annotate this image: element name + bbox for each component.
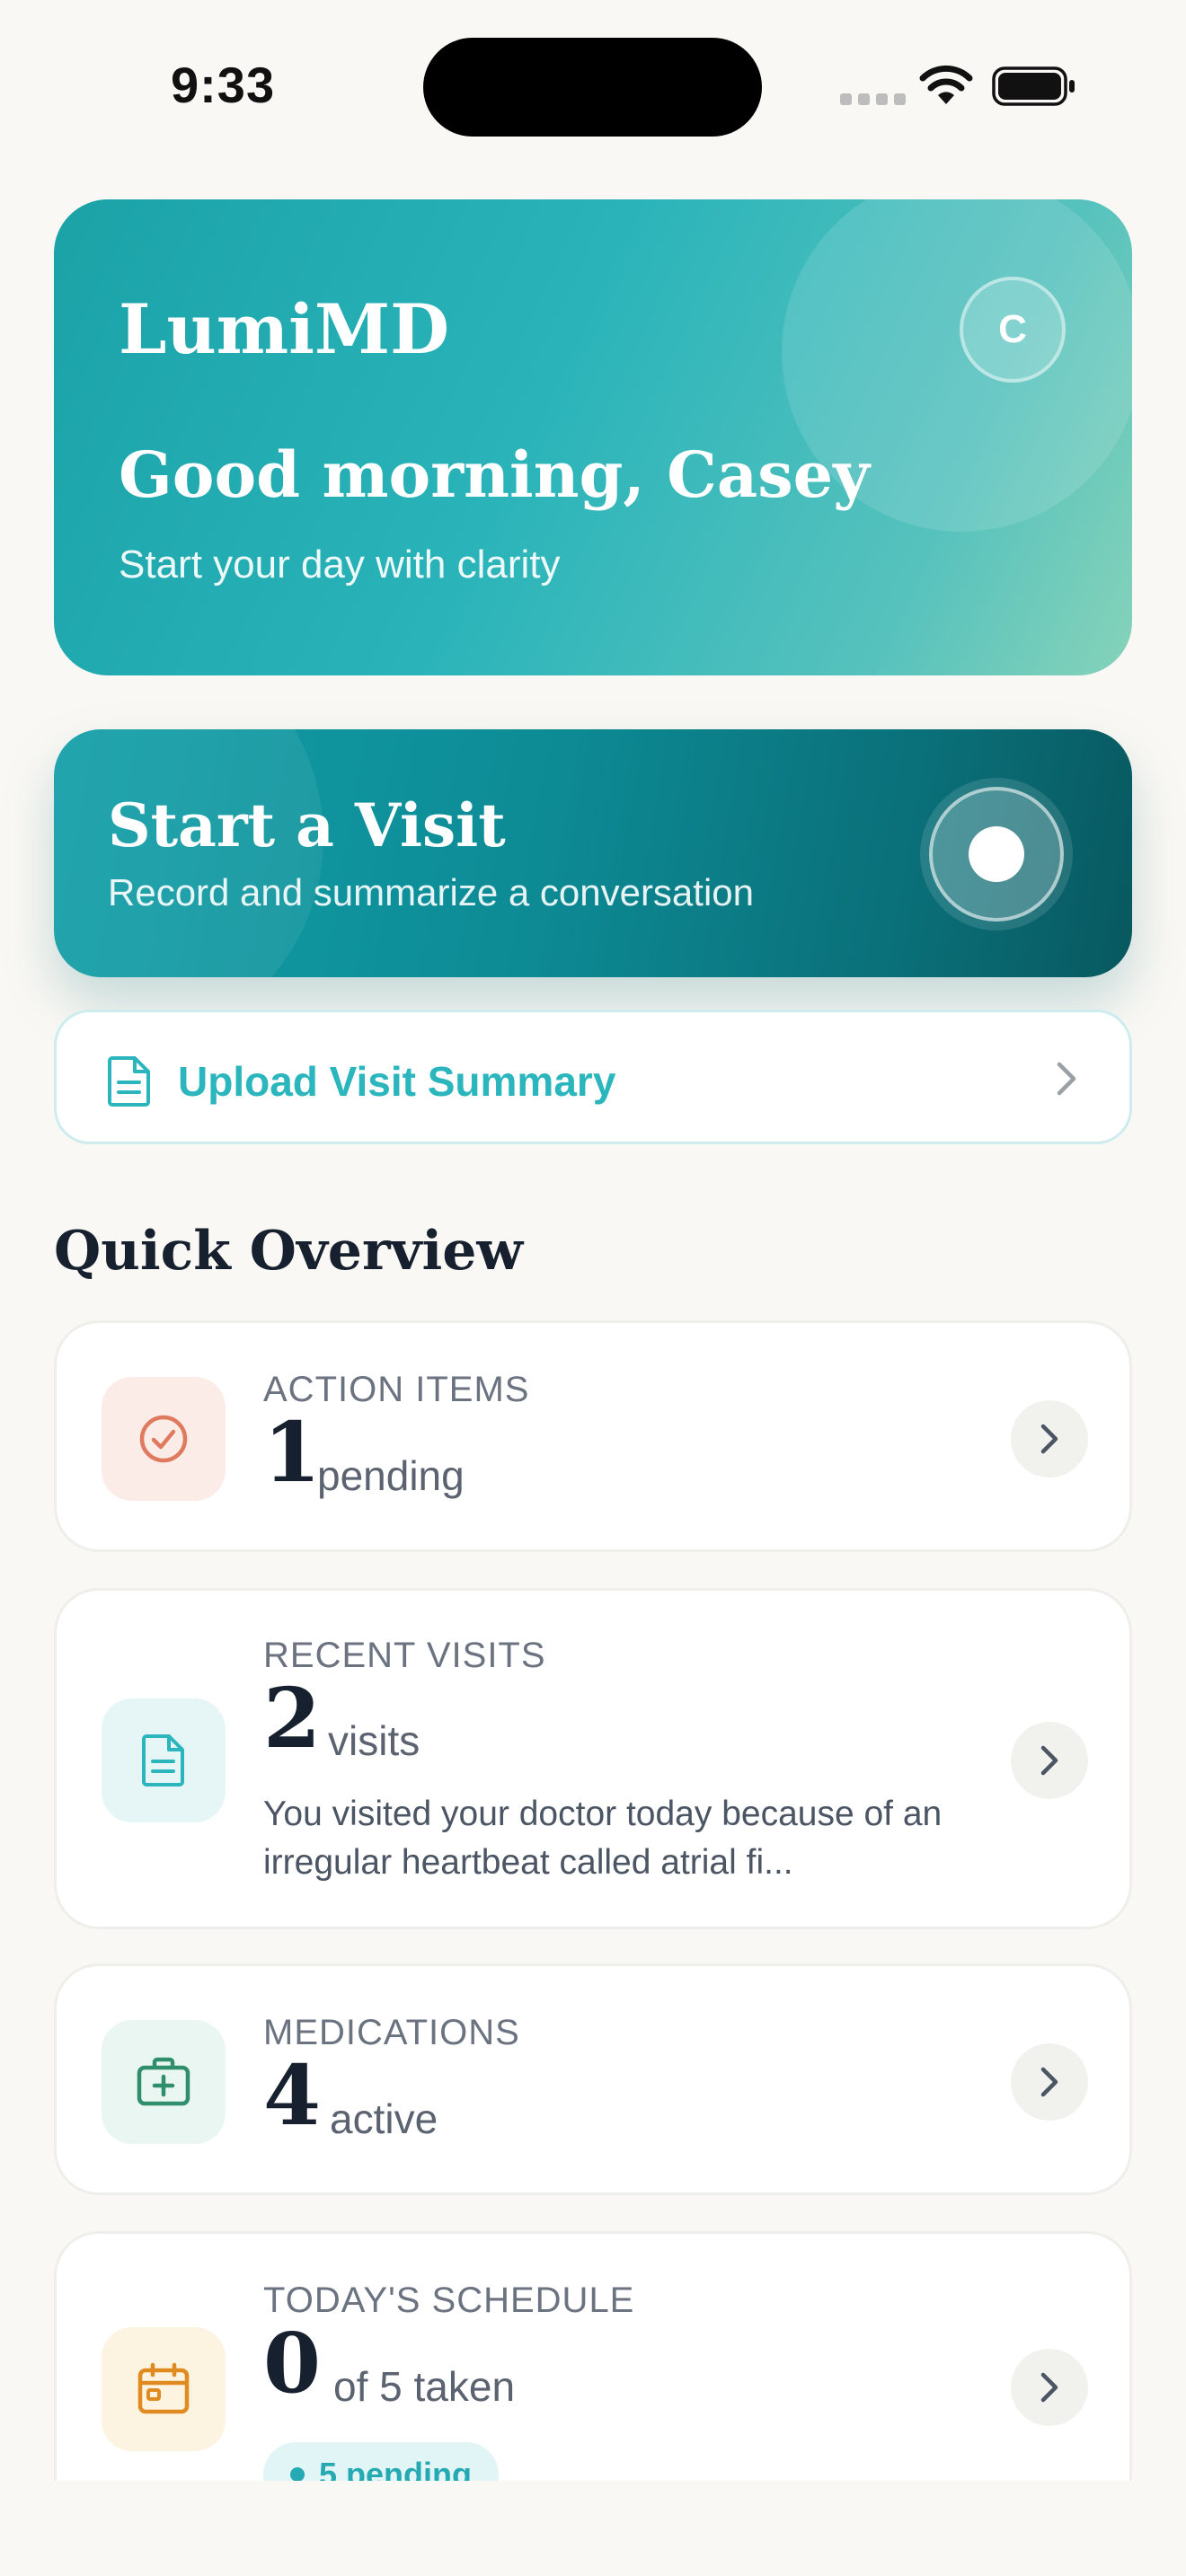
overview-card-medications[interactable]: MEDICATIONS 4 active bbox=[54, 1963, 1132, 2195]
upload-visit-summary-label: Upload Visit Summary bbox=[178, 1058, 616, 1105]
bottom-mask bbox=[0, 2481, 1186, 2576]
app-logo-text: LumiMD bbox=[119, 289, 450, 369]
card-count: 2 bbox=[263, 1670, 322, 1767]
card-unit: pending bbox=[317, 1452, 465, 1499]
status-time: 9:33 bbox=[171, 57, 276, 113]
chevron-right-icon bbox=[1040, 2372, 1058, 2403]
start-visit-subtitle: Record and summarize a conversation bbox=[108, 871, 755, 913]
start-visit-button[interactable]: Start a Visit Record and summarize a con… bbox=[54, 729, 1132, 977]
dynamic-island bbox=[423, 38, 762, 137]
card-unit: visits bbox=[328, 1717, 420, 1764]
check-circle-icon bbox=[139, 1415, 188, 1463]
section-title: Quick Overview bbox=[54, 1220, 524, 1283]
card-count: 1 bbox=[263, 1404, 322, 1501]
chevron-right-button[interactable] bbox=[1011, 1400, 1088, 1478]
document-icon bbox=[108, 1056, 150, 1107]
chevron-right-icon bbox=[1057, 1062, 1076, 1096]
cellular-signal-icon bbox=[840, 93, 906, 105]
wifi-icon bbox=[919, 65, 973, 104]
battery-icon bbox=[992, 66, 1075, 106]
calendar-icon bbox=[137, 2362, 190, 2414]
upload-visit-summary-button[interactable]: Upload Visit Summary bbox=[54, 1010, 1132, 1144]
icon-container bbox=[102, 1698, 226, 1822]
greeting-subtitle: Start your day with clarity bbox=[119, 543, 561, 587]
chevron-right-button[interactable] bbox=[1011, 1722, 1088, 1799]
chevron-right-button[interactable] bbox=[1011, 2349, 1088, 2426]
greeting-title: Good morning, Casey bbox=[119, 437, 870, 512]
status-bar: 9:33 bbox=[0, 0, 1186, 171]
card-unit: active bbox=[330, 2095, 438, 2142]
overview-card-action-items[interactable]: ACTION ITEMS 1 pending bbox=[54, 1320, 1132, 1552]
card-count: 0 bbox=[263, 2315, 322, 2412]
start-visit-title: Start a Visit bbox=[108, 790, 506, 860]
card-count: 4 bbox=[263, 2047, 322, 2144]
chevron-right-icon bbox=[1040, 2067, 1058, 2097]
welcome-header: LumiMD C Good morning, Casey Start your … bbox=[54, 199, 1132, 675]
card-unit: of 5 taken bbox=[333, 2363, 516, 2410]
document-icon bbox=[142, 1734, 184, 1786]
record-icon[interactable] bbox=[920, 778, 1073, 931]
overview-card-recent-visits[interactable]: RECENT VISITS 2 visits You visited your … bbox=[54, 1588, 1132, 1929]
profile-avatar-button[interactable]: C bbox=[960, 277, 1066, 383]
icon-container bbox=[102, 2327, 226, 2451]
status-dot bbox=[290, 2467, 305, 2482]
card-description: You visited your doctor today because of… bbox=[263, 1795, 943, 1882]
chevron-right-icon bbox=[1040, 1745, 1058, 1776]
medkit-icon bbox=[137, 2057, 190, 2106]
icon-container bbox=[102, 1377, 226, 1501]
chevron-right-icon bbox=[1040, 1424, 1058, 1454]
chevron-right-button[interactable] bbox=[1011, 2043, 1088, 2121]
icon-container bbox=[102, 2020, 226, 2144]
